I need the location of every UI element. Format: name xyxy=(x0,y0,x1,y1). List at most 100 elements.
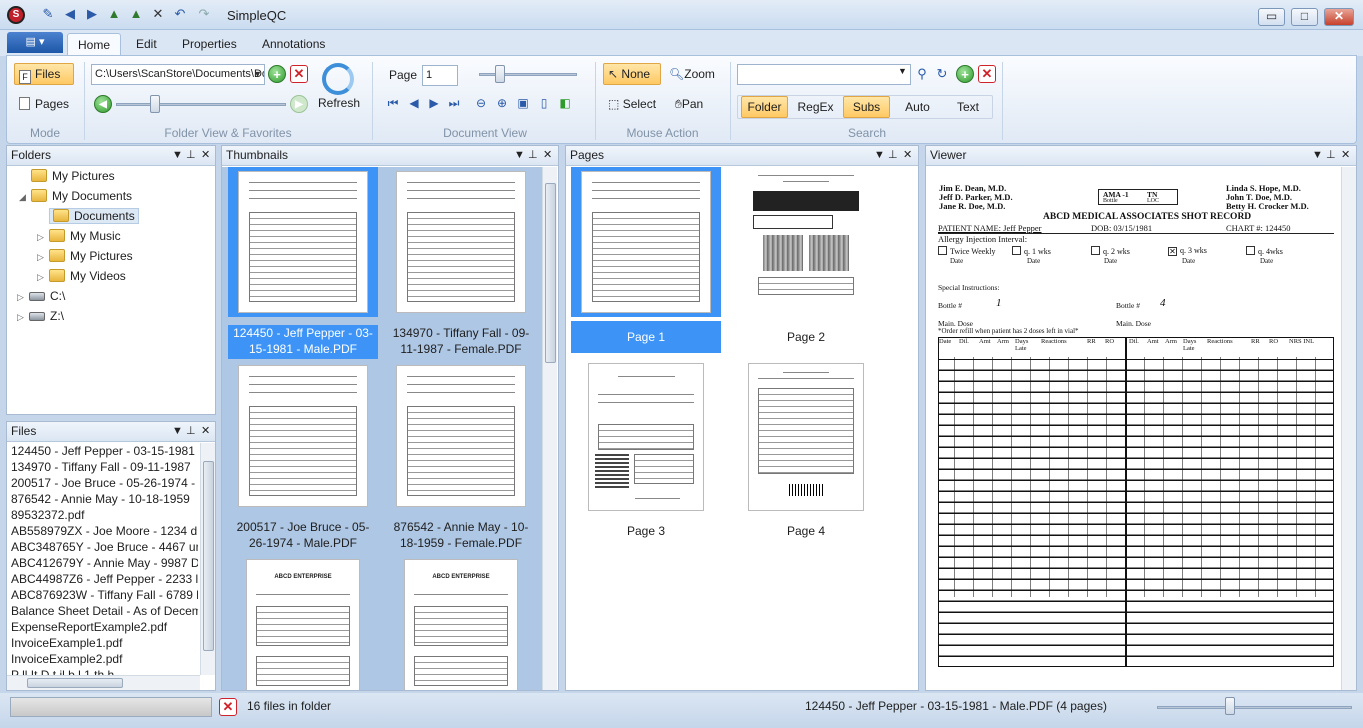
clear-search-icon[interactable]: ✕ xyxy=(978,65,996,83)
page-item[interactable] xyxy=(731,167,881,317)
page-caption[interactable]: Page 2 xyxy=(731,321,881,353)
file-item[interactable]: InvoiceExample2.pdf xyxy=(11,651,198,667)
zoom-slider-thumb[interactable] xyxy=(495,65,505,83)
pin-icon[interactable]: ⊥ xyxy=(888,146,898,165)
mouse-pan-button[interactable]: ✋︎Pan xyxy=(670,93,718,115)
cancel-icon[interactable]: ✕ xyxy=(219,698,237,716)
close-icon[interactable]: ✕ xyxy=(1341,146,1350,165)
maximize-button[interactable]: □ xyxy=(1291,8,1318,26)
zoom-out-icon[interactable]: ⊖ xyxy=(472,94,490,112)
search-icon[interactable]: ⚲ xyxy=(914,66,930,82)
file-item[interactable]: 134970 - Tiffany Fall - 09-11-1987 xyxy=(11,459,198,475)
file-item[interactable]: Balance Sheet Detail - As of Decem xyxy=(11,603,198,619)
tab-edit[interactable]: Edit xyxy=(126,33,167,56)
search-auto-toggle[interactable]: Auto xyxy=(894,96,941,118)
mouse-zoom-button[interactable]: 🔍︎Zoom xyxy=(664,63,720,85)
folder-item[interactable]: ▷ My Videos xyxy=(7,266,215,286)
close-icon[interactable]: ✕ xyxy=(201,146,210,165)
search-regex-toggle[interactable]: RegEx xyxy=(792,96,839,118)
drive-item[interactable]: ▷ C:\ xyxy=(7,286,215,306)
panel-menu-icon[interactable]: ▼ xyxy=(874,146,885,165)
fit-width-icon[interactable]: ▯ xyxy=(535,94,553,112)
pages-mode-button[interactable]: Pages xyxy=(14,93,74,115)
redo-icon[interactable]: ↷ xyxy=(196,6,212,22)
close-icon[interactable]: ✕ xyxy=(903,146,912,165)
page-item-selected[interactable] xyxy=(571,167,721,317)
files-mode-button[interactable]: F Files xyxy=(14,63,74,85)
zoom-slider-track[interactable] xyxy=(479,73,577,76)
scrollbar-thumb[interactable] xyxy=(545,183,556,363)
panel-menu-icon[interactable]: ▼ xyxy=(1312,146,1323,165)
first-page-icon[interactable]: ⏮ xyxy=(384,94,402,112)
scan-all-icon[interactable]: ▲ xyxy=(128,6,144,22)
remove-favorite-icon[interactable]: ✕ xyxy=(290,65,308,83)
file-item[interactable]: 200517 - Joe Bruce - 05-26-1974 - xyxy=(11,475,198,491)
collapse-icon[interactable]: ◢ xyxy=(19,187,31,207)
page-item[interactable] xyxy=(571,359,721,515)
viewer-zoom-slider-track[interactable] xyxy=(1157,706,1352,709)
scrollbar-thumb[interactable] xyxy=(27,678,123,688)
pin-icon[interactable]: ⊥ xyxy=(186,422,196,441)
chevron-down-icon[interactable]: ▼ xyxy=(253,65,262,84)
scan-icon[interactable]: ▲ xyxy=(106,6,122,22)
next-page-icon[interactable]: ▶ xyxy=(425,94,443,112)
back-icon[interactable]: ◀ xyxy=(62,6,78,22)
file-item[interactable]: ABC876923W - Tiffany Fall - 6789 l xyxy=(11,587,198,603)
folder-item[interactable]: ▷ My Pictures xyxy=(7,246,215,266)
file-item[interactable]: AB558979ZX - Joe Moore - 1234 d xyxy=(11,523,198,539)
tab-home[interactable]: Home xyxy=(67,33,122,56)
rotate-icon[interactable]: ◧ xyxy=(556,94,574,112)
previous-favorite-icon[interactable]: ◀ xyxy=(94,95,112,113)
thumbnail-caption[interactable]: 124450 - Jeff Pepper - 03-15-1981 - Male… xyxy=(228,325,378,359)
thumbnail-caption[interactable]: 200517 - Joe Bruce - 05-26-1974 - Male.P… xyxy=(228,519,378,553)
thumbnails-vertical-scrollbar[interactable] xyxy=(542,167,557,690)
file-item[interactable]: 876542 - Annie May - 10-18-1959 xyxy=(11,491,198,507)
application-menu-button[interactable]: ▤ ▾ xyxy=(7,32,63,53)
open-icon[interactable]: ✎ xyxy=(40,6,56,22)
search-subs-toggle[interactable]: Subs xyxy=(843,96,890,118)
file-item[interactable]: ABC44987Z6 - Jeff Pepper - 2233 lo xyxy=(11,571,198,587)
refresh-icon[interactable] xyxy=(322,63,354,95)
file-item[interactable]: 124450 - Jeff Pepper - 03-15-1981 xyxy=(11,443,198,459)
page-caption[interactable]: Page 4 xyxy=(731,515,881,547)
folder-item-selected[interactable]: Documents xyxy=(7,206,215,226)
delete-icon[interactable]: ✕ xyxy=(150,6,166,22)
page-caption[interactable]: Page 3 xyxy=(571,515,721,547)
pin-icon[interactable]: ⊥ xyxy=(528,146,538,165)
favorites-slider-track[interactable] xyxy=(116,103,286,106)
folder-item[interactable]: My Pictures xyxy=(7,166,215,186)
pin-icon[interactable]: ⊥ xyxy=(186,146,196,165)
scrollbar-thumb[interactable] xyxy=(203,461,214,651)
panel-menu-icon[interactable]: ▼ xyxy=(172,146,183,165)
thumbnail-caption[interactable]: 134970 - Tiffany Fall - 09-11-1987 - Fem… xyxy=(386,325,536,359)
zoom-in-icon[interactable]: ⊕ xyxy=(493,94,511,112)
close-button[interactable]: ✕ xyxy=(1324,8,1354,26)
viewer-vertical-scrollbar[interactable] xyxy=(1341,167,1356,690)
folder-path-combo[interactable]: C:\Users\ScanStore\Documents\Do ▼ xyxy=(91,64,265,85)
previous-page-icon[interactable]: ◀ xyxy=(405,94,423,112)
expand-icon[interactable]: ▷ xyxy=(37,267,49,287)
panel-menu-icon[interactable]: ▼ xyxy=(172,422,183,441)
chevron-down-icon[interactable]: ▼ xyxy=(898,66,907,76)
thumbnail-item[interactable] xyxy=(386,361,536,511)
favorites-slider-thumb[interactable] xyxy=(150,95,160,113)
panel-menu-icon[interactable]: ▼ xyxy=(514,146,525,165)
drive-item[interactable]: ▷ Z:\ xyxy=(7,306,215,326)
tab-properties[interactable]: Properties xyxy=(172,33,247,56)
minimize-button[interactable]: ▭ xyxy=(1258,8,1285,26)
refresh-button[interactable]: Refresh xyxy=(318,96,360,110)
files-horizontal-scrollbar[interactable] xyxy=(7,675,200,690)
thumbnail-item[interactable] xyxy=(228,361,378,511)
page-caption[interactable]: Page 1 xyxy=(571,321,721,353)
file-item[interactable]: ABC348765Y - Joe Bruce - 4467 un xyxy=(11,539,198,555)
mouse-select-button[interactable]: ⬚ Select xyxy=(603,93,661,115)
undo-icon[interactable]: ↶ xyxy=(172,6,188,22)
next-favorite-icon[interactable]: ▶ xyxy=(290,95,308,113)
document-viewer-canvas[interactable]: Jim E. Dean, M.D. Jeff D. Parker, M.D. Jan… xyxy=(926,167,1341,690)
close-icon[interactable]: ✕ xyxy=(543,146,552,165)
pin-icon[interactable]: ⊥ xyxy=(1326,146,1336,165)
expand-icon[interactable]: ▷ xyxy=(37,227,49,247)
fit-page-icon[interactable]: ▣ xyxy=(514,94,532,112)
thumbnail-item[interactable] xyxy=(386,167,536,317)
close-icon[interactable]: ✕ xyxy=(201,422,210,441)
